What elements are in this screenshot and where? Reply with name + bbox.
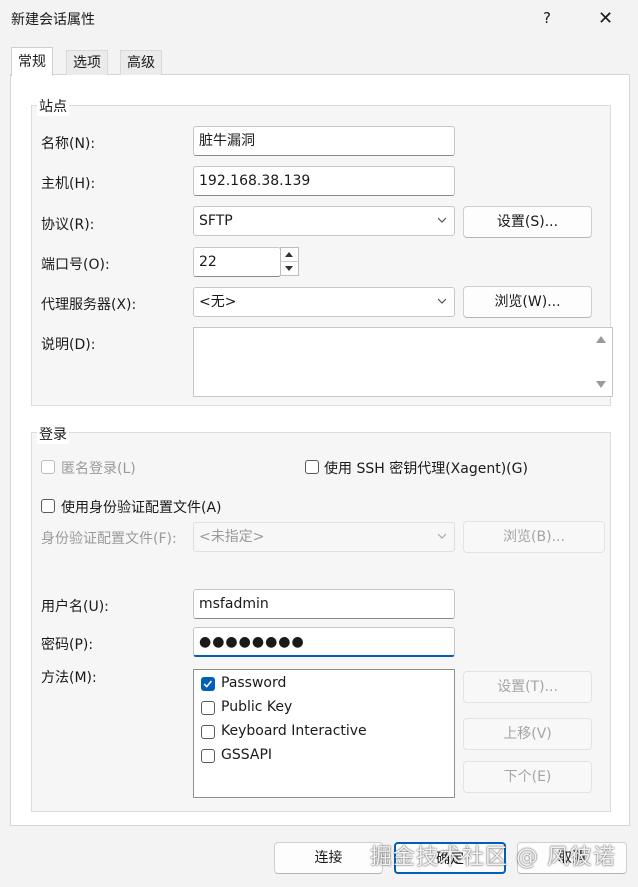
chevron-down-icon [438, 217, 446, 223]
site-legend: 站点 [37, 96, 69, 116]
name-field[interactable]: 脏牛漏洞 [193, 126, 455, 156]
port-field[interactable]: 22 [193, 247, 281, 277]
proxy-label: 代理服务器(X): [41, 297, 137, 313]
port-stepper[interactable] [280, 247, 299, 276]
tab-general[interactable]: 常规 [11, 47, 53, 76]
use-auth-profile-label: 使用身份验证配置文件(A) [61, 500, 222, 516]
host-field[interactable]: 192.168.38.139 [193, 166, 455, 196]
method-password-label: Password [221, 675, 287, 691]
host-label: 主机(H): [41, 176, 96, 192]
password-label: 密码(P): [41, 637, 94, 653]
close-button[interactable]: ✕ [598, 8, 613, 29]
window-title: 新建会话属性 [11, 12, 95, 28]
description-textarea[interactable] [193, 327, 613, 397]
proxy-select[interactable]: <无> [193, 287, 455, 317]
password-field[interactable]: ●●●●●●●● [193, 627, 455, 657]
scroll-down-icon[interactable] [596, 381, 606, 388]
settings-button[interactable]: 设置(S)... [463, 206, 592, 238]
method-settings-button[interactable]: 设置(T)... [463, 671, 592, 703]
connect-button[interactable]: 连接 [274, 842, 383, 874]
use-auth-profile-checkbox[interactable] [41, 499, 55, 513]
description-label: 说明(D): [41, 337, 96, 353]
auth-browse-button[interactable]: 浏览(B)... [463, 521, 605, 553]
protocol-value: SFTP [199, 213, 233, 229]
anonymous-checkbox[interactable] [41, 460, 55, 474]
username-label: 用户名(U): [41, 599, 109, 615]
chevron-down-icon [438, 298, 446, 304]
browse-proxy-button[interactable]: 浏览(W)... [463, 286, 592, 318]
help-button[interactable]: ? [543, 9, 551, 27]
method-keyboard-checkbox[interactable] [201, 725, 215, 739]
proxy-value: <无> [199, 294, 237, 310]
scroll-up-icon[interactable] [596, 336, 606, 343]
move-up-button[interactable]: 上移(V) [463, 718, 592, 750]
name-label: 名称(N): [41, 136, 96, 152]
ssh-agent-label: 使用 SSH 密钥代理(Xagent)(G) [324, 461, 528, 477]
stepper-down-icon[interactable] [285, 266, 293, 271]
protocol-label: 协议(R): [41, 217, 95, 233]
ssh-agent-checkbox[interactable] [305, 460, 319, 474]
port-label: 端口号(O): [41, 257, 110, 273]
method-gssapi-checkbox[interactable] [201, 749, 215, 763]
watermark-text: 掘金技术社区 @ 风彼诺 [370, 845, 616, 870]
login-legend: 登录 [37, 424, 69, 444]
chevron-down-icon [438, 533, 446, 539]
method-publickey-checkbox[interactable] [201, 701, 215, 715]
auth-profile-select[interactable]: <未指定> [193, 522, 455, 552]
username-field[interactable]: msfadmin [193, 589, 455, 619]
method-gssapi-label: GSSAPI [221, 747, 273, 763]
tab-advanced[interactable]: 高级 [120, 50, 162, 75]
method-password-checkbox[interactable] [201, 677, 215, 691]
method-label: 方法(M): [41, 670, 97, 686]
method-publickey-label: Public Key [221, 699, 293, 715]
stepper-up-icon[interactable] [285, 252, 293, 257]
method-keyboard-label: Keyboard Interactive [221, 723, 367, 739]
tab-options[interactable]: 选项 [66, 50, 108, 75]
protocol-select[interactable]: SFTP [193, 206, 455, 236]
anonymous-label: 匿名登录(L) [61, 461, 136, 477]
auth-profile-label: 身份验证配置文件(F): [41, 531, 177, 547]
method-list[interactable]: Password Public Key Keyboard Interactive… [193, 669, 455, 798]
stepper-divider [281, 261, 298, 262]
auth-profile-value: <未指定> [199, 529, 265, 545]
move-down-button[interactable]: 下个(E) [463, 761, 592, 793]
checkmark-icon [203, 680, 213, 688]
